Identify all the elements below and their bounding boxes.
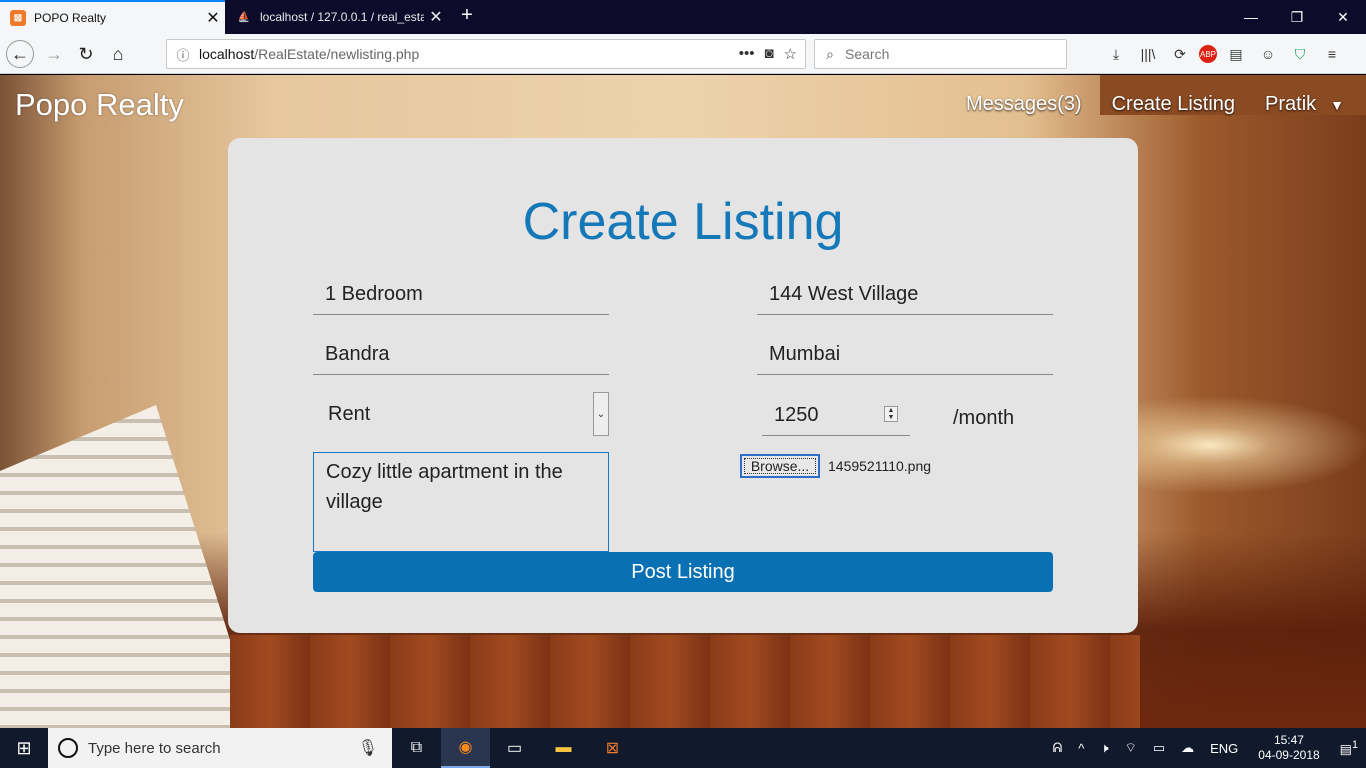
file-explorer-icon[interactable]: ▬ <box>539 728 588 768</box>
locality-input[interactable]: Bandra <box>313 335 609 375</box>
pocket-icon[interactable]: ◙ <box>764 45 773 63</box>
nav-messages-link[interactable]: Messages(3) <box>966 93 1082 116</box>
clock-date: 04-09-2018 <box>1258 748 1320 762</box>
windows-start-icon[interactable]: ⊞ <box>0 728 48 768</box>
show-hidden-icons-icon[interactable]: ^ <box>1070 741 1092 756</box>
sync-icon[interactable]: ⟳ <box>1167 40 1193 68</box>
language-indicator[interactable]: ENG <box>1202 741 1246 756</box>
forward-icon[interactable]: → <box>40 40 68 68</box>
action-center-icon[interactable]: ▤1 <box>1332 739 1366 757</box>
terminal-icon[interactable]: ▭ <box>490 728 539 768</box>
browse-button[interactable]: Browse... <box>740 454 820 478</box>
title-input[interactable]: 1 Bedroom <box>313 275 609 315</box>
page-actions-icon[interactable]: ••• <box>739 45 755 63</box>
tab-title: localhost / 127.0.0.1 / real_estat <box>260 10 424 24</box>
system-tray: ᕱ ^ 🕨 ⌔ ▭ ☁ ENG 15:47 04-09-2018 ▤1 <box>1045 728 1366 768</box>
nav-user-menu[interactable]: Pratik ▼ <box>1265 93 1344 116</box>
tab-close-icon[interactable]: ✕ <box>201 8 225 28</box>
reader-view-icon[interactable]: ▤ <box>1223 40 1249 68</box>
shield-icon[interactable]: ⛉ <box>1287 40 1313 68</box>
address-input[interactable]: 144 West Village <box>757 275 1053 315</box>
search-icon: ⌕ <box>826 45 834 62</box>
back-icon[interactable]: ← <box>6 40 34 68</box>
taskbar-apps: ⧉ ◉ ▭ ▬ ⊠ <box>392 728 637 768</box>
listing-type-select[interactable]: Rent ⌄ <box>313 391 609 437</box>
bookmark-star-icon[interactable]: ☆ <box>784 45 797 63</box>
taskbar-search-box[interactable]: Type here to search 🎙 <box>48 728 392 768</box>
url-text: localhost/RealEstate/newlisting.php <box>199 46 739 62</box>
browser-window: ⊠ POPO Realty ✕ ⛵ localhost / 127.0.0.1 … <box>0 0 1366 728</box>
reload-icon[interactable]: ↻ <box>72 40 100 68</box>
listing-type-value: Rent <box>328 402 371 425</box>
post-listing-button[interactable]: Post Listing <box>313 552 1053 592</box>
wifi-icon[interactable]: ⌔ <box>1117 740 1145 756</box>
search-bar[interactable]: ⌕ Search <box>814 39 1067 69</box>
site-info-icon[interactable]: ⓘ <box>167 45 199 64</box>
minimize-icon[interactable]: — <box>1228 0 1274 34</box>
price-input[interactable]: 1250 ▲ ▼ <box>762 396 910 436</box>
windows-taskbar: ⊞ Type here to search 🎙 ⧉ ◉ ▭ ▬ ⊠ ᕱ ^ 🕨 … <box>0 728 1366 768</box>
microphone-icon[interactable]: 🎙 <box>358 738 378 758</box>
restore-icon[interactable]: ❐ <box>1274 0 1320 34</box>
url-bar[interactable]: ⓘ localhost/RealEstate/newlisting.php ••… <box>166 39 806 69</box>
volume-muted-icon[interactable]: 🕨 <box>1092 740 1116 756</box>
window-controls: — ❐ ✕ <box>1228 0 1366 34</box>
people-icon[interactable]: ᕱ <box>1045 740 1071 756</box>
battery-icon[interactable]: ▭ <box>1145 740 1173 756</box>
tab-close-icon[interactable]: ✕ <box>424 7 448 27</box>
background-floor <box>230 635 1140 728</box>
site-navigation: Messages(3) Create Listing Pratik ▼ <box>966 93 1344 116</box>
page-title: Create Listing <box>522 193 844 251</box>
chevron-down-icon: ▼ <box>1330 97 1344 113</box>
nav-create-listing-link[interactable]: Create Listing <box>1112 93 1235 116</box>
image-file-input: Browse... 1459521110.png <box>740 454 931 478</box>
toolbar-extensions: ⤓ |||\ ⟳ ABP ▤ ☺ ⛉ ≡ <box>1103 40 1345 68</box>
menu-icon[interactable]: ≡ <box>1319 40 1345 68</box>
price-unit-label: /month <box>953 407 1015 429</box>
phpmyadmin-favicon-icon: ⛵ <box>237 11 251 23</box>
cortana-icon <box>58 738 78 758</box>
notification-count: 1 <box>1351 738 1358 751</box>
firefox-icon[interactable]: ◉ <box>441 728 490 768</box>
chevron-down-icon[interactable]: ⌄ <box>593 392 609 436</box>
tab-phpmyadmin[interactable]: ⛵ localhost / 127.0.0.1 / real_estat ✕ <box>226 0 448 34</box>
library-icon[interactable]: |||\ <box>1135 40 1161 68</box>
tab-popo-realty[interactable]: ⊠ POPO Realty ✕ <box>0 0 225 34</box>
new-tab-button[interactable]: + <box>455 4 479 27</box>
clock[interactable]: 15:47 04-09-2018 <box>1246 733 1331 763</box>
tab-bar: ⊠ POPO Realty ✕ ⛵ localhost / 127.0.0.1 … <box>0 0 1366 34</box>
city-input[interactable]: Mumbai <box>757 335 1053 375</box>
home-icon[interactable]: ⌂ <box>104 40 132 68</box>
user-name: Pratik <box>1265 93 1317 115</box>
xampp-favicon-icon: ⊠ <box>10 10 26 26</box>
xampp-icon[interactable]: ⊠ <box>588 728 637 768</box>
adblock-icon[interactable]: ABP <box>1199 45 1217 63</box>
site-brand[interactable]: Popo Realty <box>15 87 184 123</box>
selected-file-name: 1459521110.png <box>828 458 932 474</box>
downloads-icon[interactable]: ⤓ <box>1103 40 1129 68</box>
clock-time: 15:47 <box>1273 733 1304 747</box>
task-view-icon[interactable]: ⧉ <box>392 728 441 768</box>
background-staircase <box>0 405 260 728</box>
onedrive-icon[interactable]: ☁ <box>1173 740 1202 756</box>
navigation-toolbar: ← → ↻ ⌂ ⓘ localhost/RealEstate/newlistin… <box>0 34 1366 74</box>
url-path: /RealEstate/newlisting.php <box>254 46 420 62</box>
close-window-icon[interactable]: ✕ <box>1320 0 1366 34</box>
description-textarea[interactable]: Cozy little apartment in the village <box>313 452 609 552</box>
page-content: Popo Realty Messages(3) Create Listing P… <box>0 75 1366 728</box>
number-spinner-icon[interactable]: ▲ ▼ <box>884 406 898 422</box>
taskbar-search-placeholder: Type here to search <box>88 739 221 757</box>
create-listing-card: Create Listing 1 Bedroom 144 West Villag… <box>228 138 1138 633</box>
url-host: localhost <box>199 46 255 62</box>
price-value: 1250 <box>774 404 819 426</box>
tab-title: POPO Realty <box>34 11 107 25</box>
extension-monkey-icon[interactable]: ☺ <box>1255 40 1281 68</box>
search-placeholder: Search <box>845 46 890 62</box>
